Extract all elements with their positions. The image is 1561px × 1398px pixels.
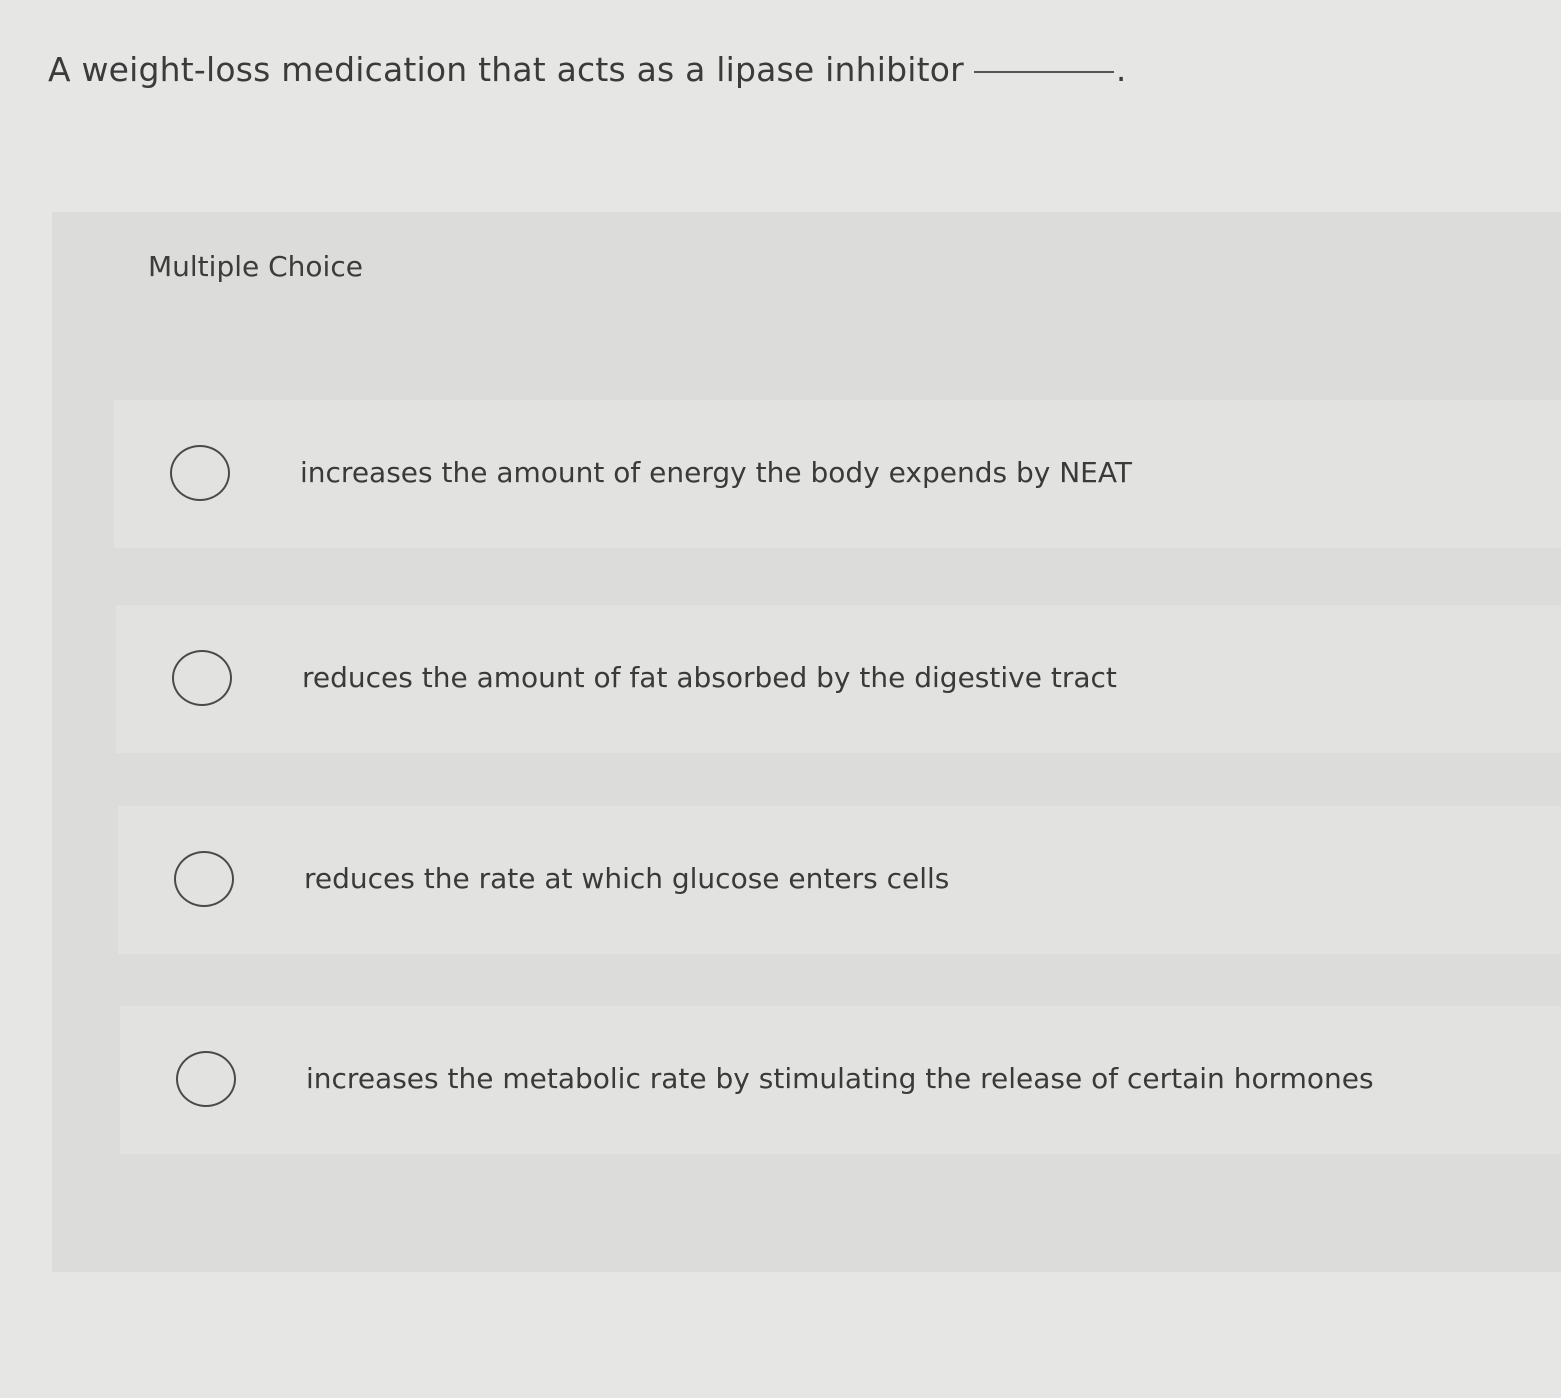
radio-button-icon[interactable] — [172, 650, 232, 706]
option-3-label: reduces the rate at which glucose enters… — [304, 862, 950, 895]
radio-button-icon[interactable] — [176, 1051, 236, 1107]
option-1-label: increases the amount of energy the body … — [300, 456, 1132, 489]
radio-button-icon[interactable] — [170, 445, 230, 501]
question-text: A weight-loss medication that acts as a … — [48, 50, 964, 89]
options-list: increases the amount of energy the body … — [114, 400, 1561, 1154]
option-2[interactable]: reduces the amount of fat absorbed by th… — [116, 605, 1561, 753]
question-end-punctuation: . — [1115, 50, 1127, 89]
option-2-label: reduces the amount of fat absorbed by th… — [302, 661, 1117, 694]
option-4-label: increases the metabolic rate by stimulat… — [306, 1062, 1374, 1095]
option-4[interactable]: increases the metabolic rate by stimulat… — [120, 1006, 1561, 1154]
multiple-choice-panel: Multiple Choice increases the amount of … — [52, 212, 1561, 1272]
answer-blank — [973, 71, 1114, 73]
option-3[interactable]: reduces the rate at which glucose enters… — [118, 806, 1561, 954]
multiple-choice-header: Multiple Choice — [148, 250, 363, 283]
radio-button-icon[interactable] — [174, 851, 234, 907]
question-prompt: A weight-loss medication that acts as a … — [48, 50, 1127, 89]
option-1[interactable]: increases the amount of energy the body … — [114, 400, 1561, 548]
